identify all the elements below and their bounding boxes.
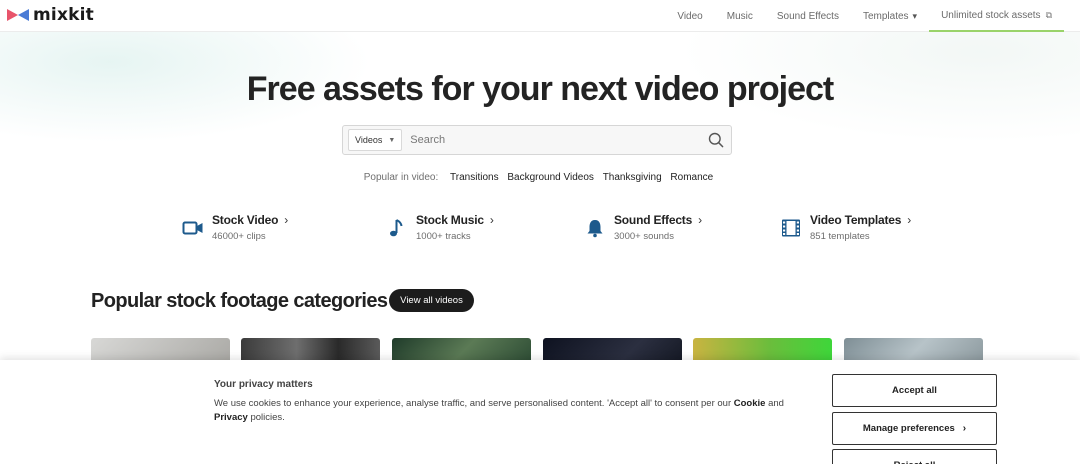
manage-preferences-button[interactable]: Manage preferences › [832,412,997,445]
section-title: Popular stock footage categories [91,290,388,312]
chevron-right-icon: › [962,423,967,434]
hero-title: Free assets for your next video project [246,70,834,108]
popular-tag-background-videos[interactable]: Background Videos [507,172,594,183]
popular-searches: Popular in video: Transitions Background… [0,172,1080,183]
nav-video[interactable]: Video [665,0,714,32]
caret-down-icon: ▼ [388,136,396,144]
logo-text: mixkit [33,5,94,25]
category-stock-video[interactable]: Stock Video › 46000+ clips [182,213,288,242]
category-video-templates[interactable]: Video Templates › 851 templates [780,213,911,242]
external-link-icon: ⧉ [1045,9,1052,20]
category-title: Stock Music › [416,213,494,227]
top-navigation-bar: mixkit Video Music Sound Effects Templat… [0,0,1080,32]
cookie-description: We use cookies to enhance your experienc… [214,398,784,423]
search-icon [708,132,724,148]
search-input[interactable] [410,129,701,151]
nav-templates-dropdown[interactable]: Templates [851,0,929,32]
bell-icon [587,220,603,238]
nav-unlimited-label: Unlimited stock assets [941,9,1041,21]
category-count: 46000+ clips [212,231,266,242]
search-type-label: Videos [355,135,383,145]
category-count: 1000+ tracks [416,231,471,242]
view-all-videos-button[interactable]: View all videos [389,289,474,312]
nav-music[interactable]: Music [715,0,765,32]
video-camera-icon [182,221,203,235]
accept-all-button[interactable]: Accept all [832,374,997,407]
category-count: 3000+ sounds [614,231,674,242]
logo-mark-icon [7,9,29,21]
search-button[interactable] [701,126,731,154]
cookie-consent-banner: Your privacy matters We use cookies to e… [0,360,1080,464]
music-note-icon [390,219,403,237]
popular-label: Popular in video: [363,172,439,183]
category-title: Stock Video › [212,213,289,227]
category-title: Sound Effects › [614,213,702,227]
mixkit-logo[interactable]: mixkit [7,6,94,24]
chevron-right-icon: › [698,213,702,227]
chevron-right-icon: › [489,213,494,227]
privacy-policy-link[interactable]: Privacy [214,412,248,423]
cookie-policy-link[interactable]: Cookie [734,398,766,409]
chevron-right-icon: › [907,213,912,227]
chevron-right-icon: › [284,213,289,227]
popular-tag-thanksgiving[interactable]: Thanksgiving [603,172,662,183]
nav-unlimited-stock-assets[interactable]: Unlimited stock assets ⧉ [929,0,1064,32]
category-title: Video Templates › [810,213,912,227]
search-type-select[interactable]: Videos ▼ [348,129,403,151]
manage-preferences-label: Manage preferences [862,423,955,434]
cookie-heading: Your privacy matters [214,379,313,390]
main-nav: Video Music Sound Effects Templates Unli… [665,0,1064,32]
popular-tag-transitions[interactable]: Transitions [450,172,499,183]
film-icon [782,219,800,237]
category-sound-effects[interactable]: Sound Effects › 3000+ sounds [584,213,702,242]
search-bar: Videos ▼ [342,125,732,155]
category-count: 851 templates [810,231,870,242]
nav-sound-effects[interactable]: Sound Effects [765,0,851,32]
category-stock-music[interactable]: Stock Music › 1000+ tracks [386,213,494,242]
popular-tag-romance[interactable]: Romance [670,172,713,183]
reject-all-button[interactable]: Reject all [832,449,997,464]
